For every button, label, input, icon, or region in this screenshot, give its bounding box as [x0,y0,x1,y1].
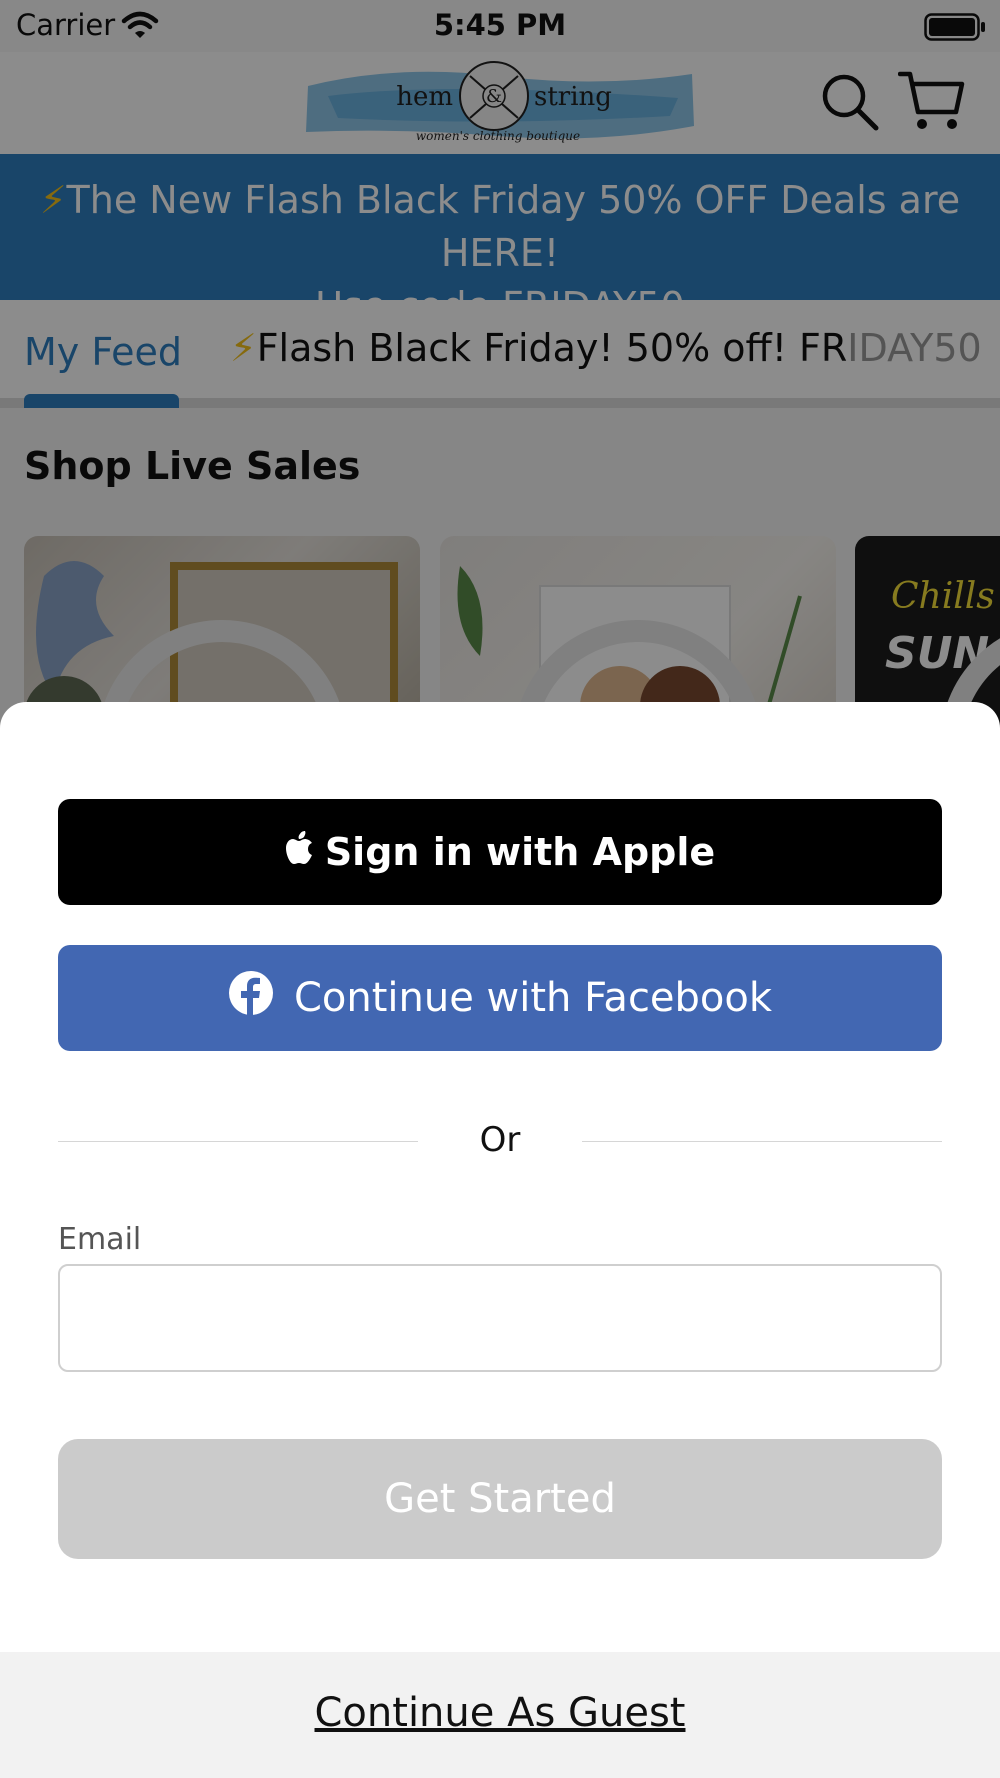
email-field[interactable] [58,1264,942,1372]
sign-in-with-apple-button[interactable]: Sign in with Apple [58,799,942,905]
continue-as-guest-link[interactable]: Continue As Guest [0,1690,1000,1736]
login-sheet: Sign in with Apple Continue with Faceboo… [0,702,1000,1778]
continue-with-facebook-button[interactable]: Continue with Facebook [58,945,942,1051]
get-started-button[interactable]: Get Started [58,1439,942,1559]
continue-with-facebook-label: Continue with Facebook [293,975,773,1021]
facebook-icon [228,970,274,1026]
sign-in-with-apple-label: Sign in with Apple [324,830,716,874]
or-separator: Or [479,1120,521,1160]
divider-right [582,1141,942,1142]
guest-bar: Continue As Guest [0,1652,1000,1778]
email-label: Email [58,1222,142,1257]
apple-icon [285,830,313,874]
